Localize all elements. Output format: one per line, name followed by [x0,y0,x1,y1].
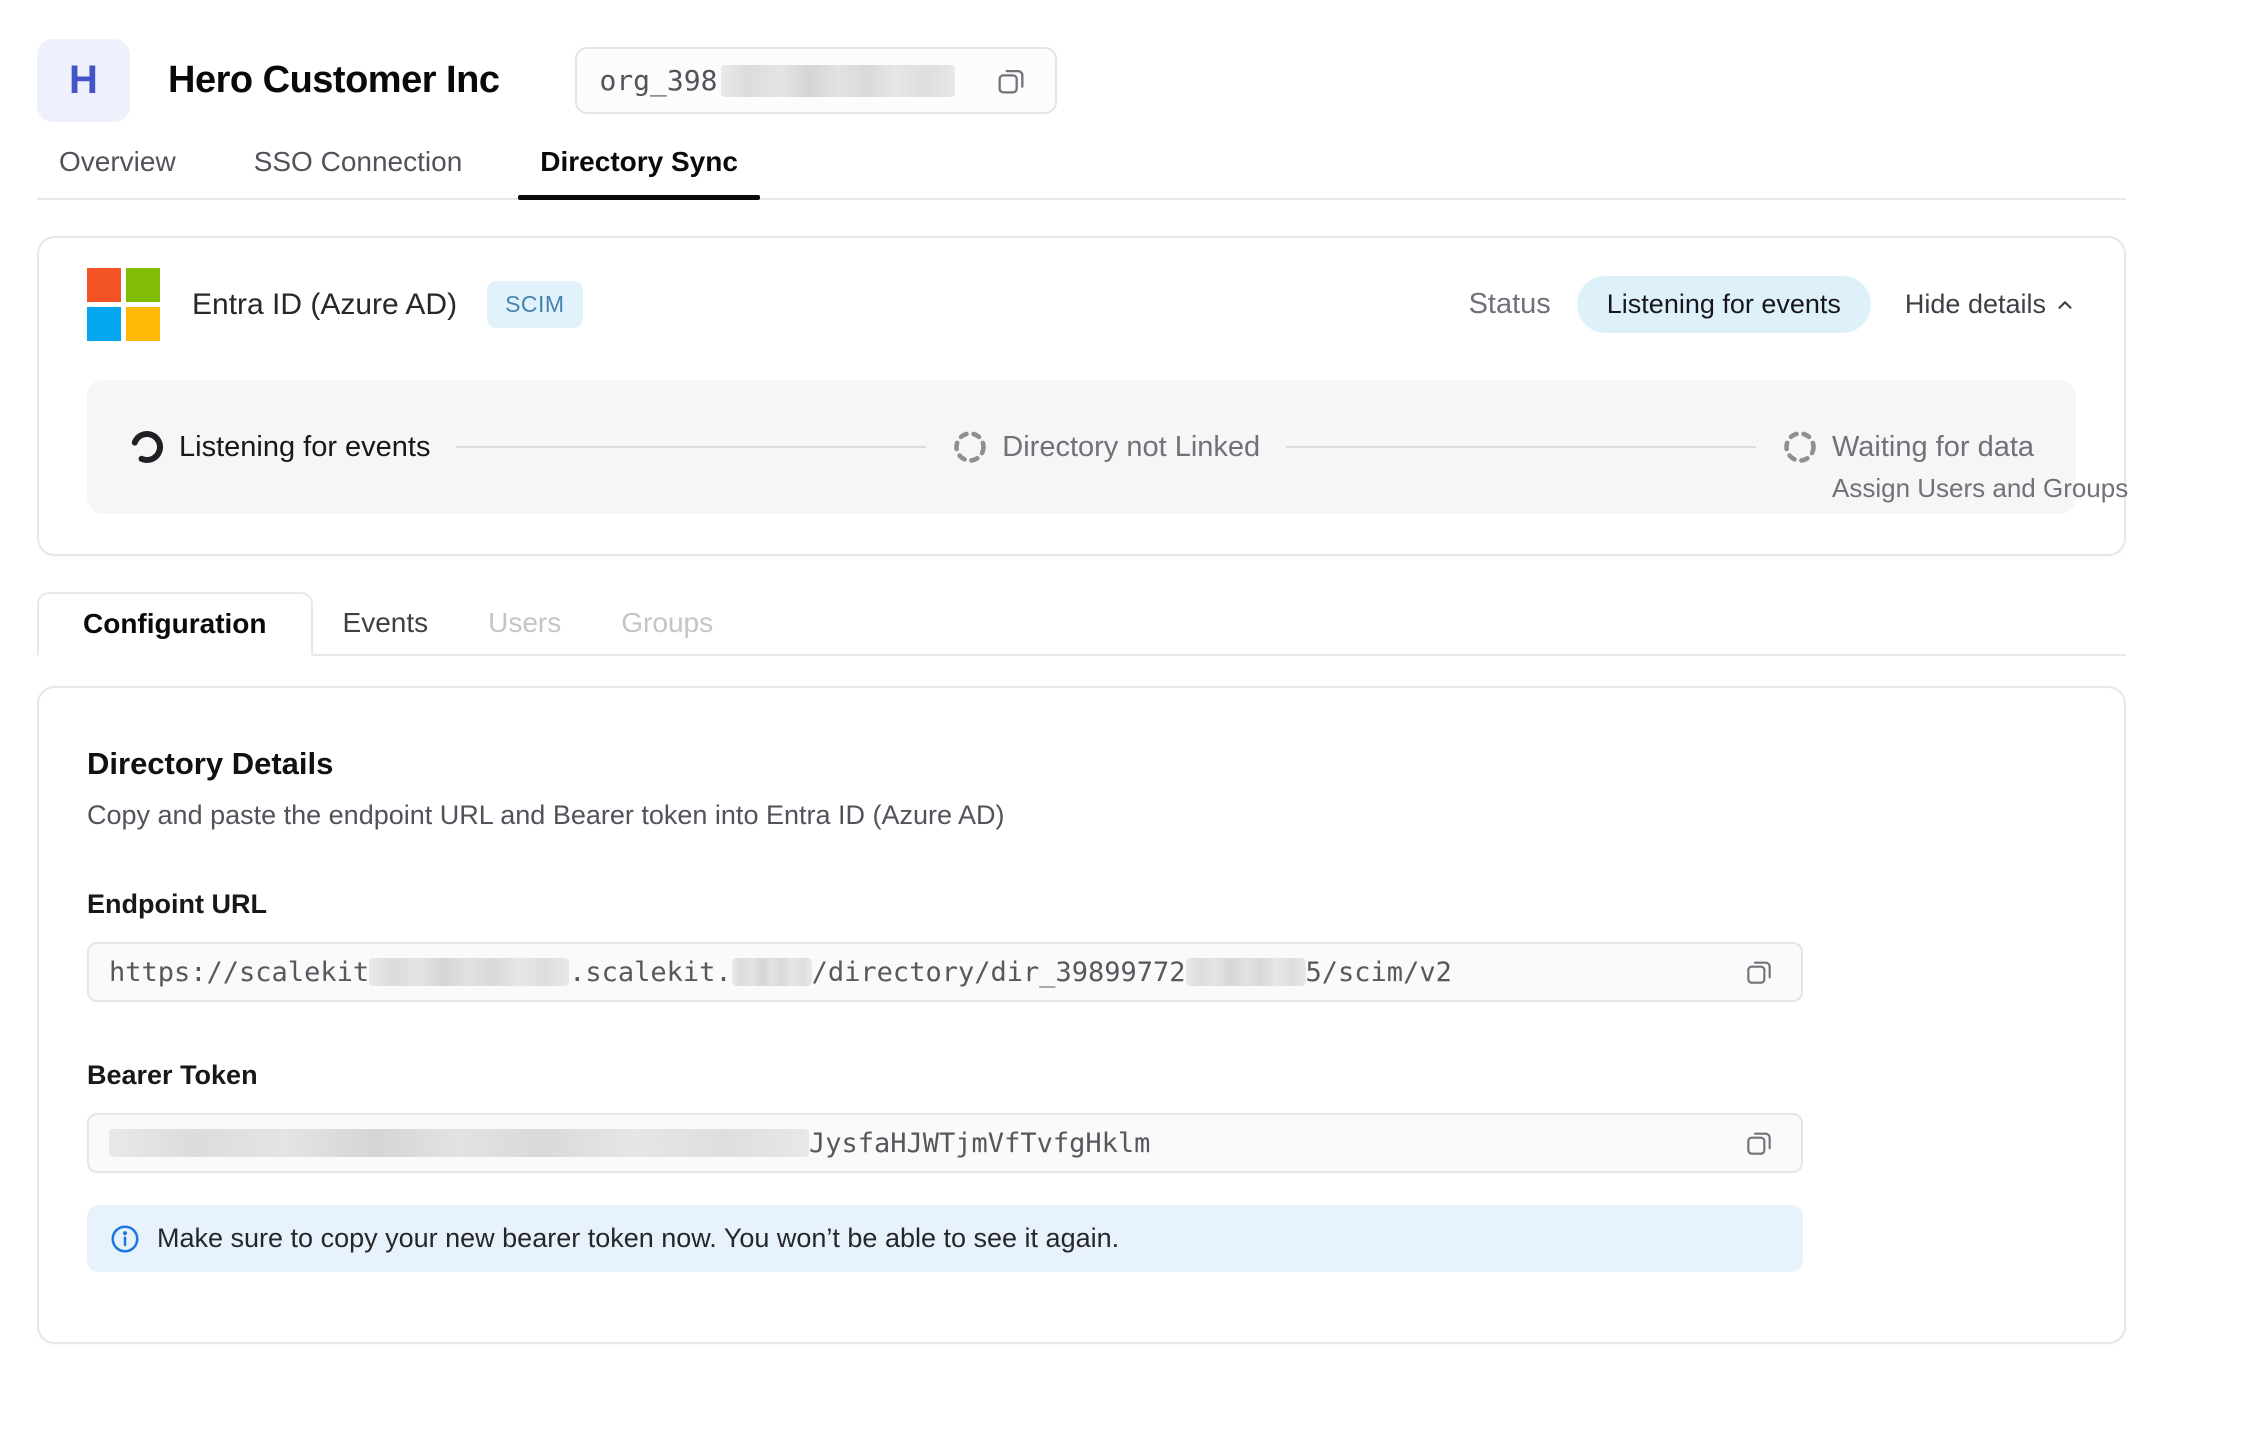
spinner-icon [129,429,165,465]
org-tabs: Overview SSO Connection Directory Sync [37,146,2126,200]
chevron-up-icon [2054,294,2076,316]
org-header: H Hero Customer Inc org_398 [37,39,2126,122]
status-badge: Listening for events [1577,276,1871,333]
hide-details-label: Hide details [1905,289,2046,320]
step-waiting-for-data: Waiting for data Assign Users and Groups [1782,429,2034,465]
copy-icon [994,64,1028,98]
bearer-token-visible: JysfaHJWTjmVfTvfgHklm [809,1128,1150,1159]
directory-section-tabs: Configuration Events Users Groups [37,592,2126,656]
step-label: Listening for events [179,431,430,464]
step-label: Waiting for data [1832,431,2034,464]
sync-status-stepper: Listening for events Directory not Linke… [87,380,2076,514]
bearer-token-alert: Make sure to copy your new bearer token … [87,1205,1803,1272]
dashed-circle-icon [952,429,988,465]
provider-header: Entra ID (Azure AD) SCIM Status Listenin… [87,268,2076,341]
hide-details-toggle[interactable]: Hide details [1905,289,2076,320]
bearer-token-label: Bearer Token [87,1060,2076,1091]
org-avatar: H [37,39,130,122]
endpoint-url-redacted [369,958,569,986]
step-label: Directory not Linked [1002,431,1260,464]
tab-sso-connection[interactable]: SSO Connection [232,146,485,198]
endpoint-url-segment: 5/scim/v2 [1306,957,1452,988]
bearer-token-redacted [109,1129,809,1157]
info-icon [109,1223,141,1255]
endpoint-url-redacted [1186,958,1306,986]
step-listening-for-events: Listening for events [129,429,430,465]
endpoint-url-segment: /directory/dir_39899772 [812,957,1186,988]
endpoint-url-redacted [732,958,812,986]
alert-text: Make sure to copy your new bearer token … [157,1223,1119,1254]
subtab-users: Users [458,592,591,654]
endpoint-url-label: Endpoint URL [87,889,2076,920]
subtab-configuration[interactable]: Configuration [37,592,313,656]
copy-icon [1743,1127,1775,1159]
org-id-value: org_398 [599,64,717,97]
endpoint-url-segment: https://scalekit [109,957,369,988]
microsoft-logo-icon [87,268,160,341]
tab-directory-sync[interactable]: Directory Sync [518,146,760,198]
step-connector [1286,446,1756,448]
step-connector [456,446,926,448]
subtab-events[interactable]: Events [313,592,459,654]
copy-icon [1743,956,1775,988]
provider-name: Entra ID (Azure AD) [192,288,457,322]
dashed-circle-icon [1782,429,1818,465]
directory-sync-page: H Hero Customer Inc org_398 Overview SSO… [0,0,2248,1446]
details-subtitle: Copy and paste the endpoint URL and Bear… [87,800,2076,831]
org-name-title: Hero Customer Inc [168,59,499,102]
scim-badge: SCIM [487,281,583,328]
subtab-groups: Groups [591,592,743,654]
org-id-field: org_398 [575,47,1057,114]
bearer-token-field: JysfaHJWTjmVfTvfgHklm [87,1113,1803,1173]
org-avatar-initial: H [69,58,98,103]
endpoint-url-field: https://scalekit .scalekit. /directory/d… [87,942,1803,1002]
endpoint-url-segment: .scalekit. [569,957,732,988]
step-sublabel: Assign Users and Groups [1832,473,2128,504]
status-label: Status [1469,288,1551,321]
provider-card: Entra ID (Azure AD) SCIM Status Listenin… [37,236,2126,556]
org-id-redacted [721,65,955,97]
details-title: Directory Details [87,746,2076,782]
org-id-copy-button[interactable] [989,59,1033,103]
directory-details-card: Directory Details Copy and paste the end… [37,686,2126,1344]
tab-overview[interactable]: Overview [37,146,198,198]
step-directory-not-linked: Directory not Linked [952,429,1260,465]
bearer-token-copy-button[interactable] [1737,1121,1781,1165]
endpoint-url-copy-button[interactable] [1737,950,1781,994]
